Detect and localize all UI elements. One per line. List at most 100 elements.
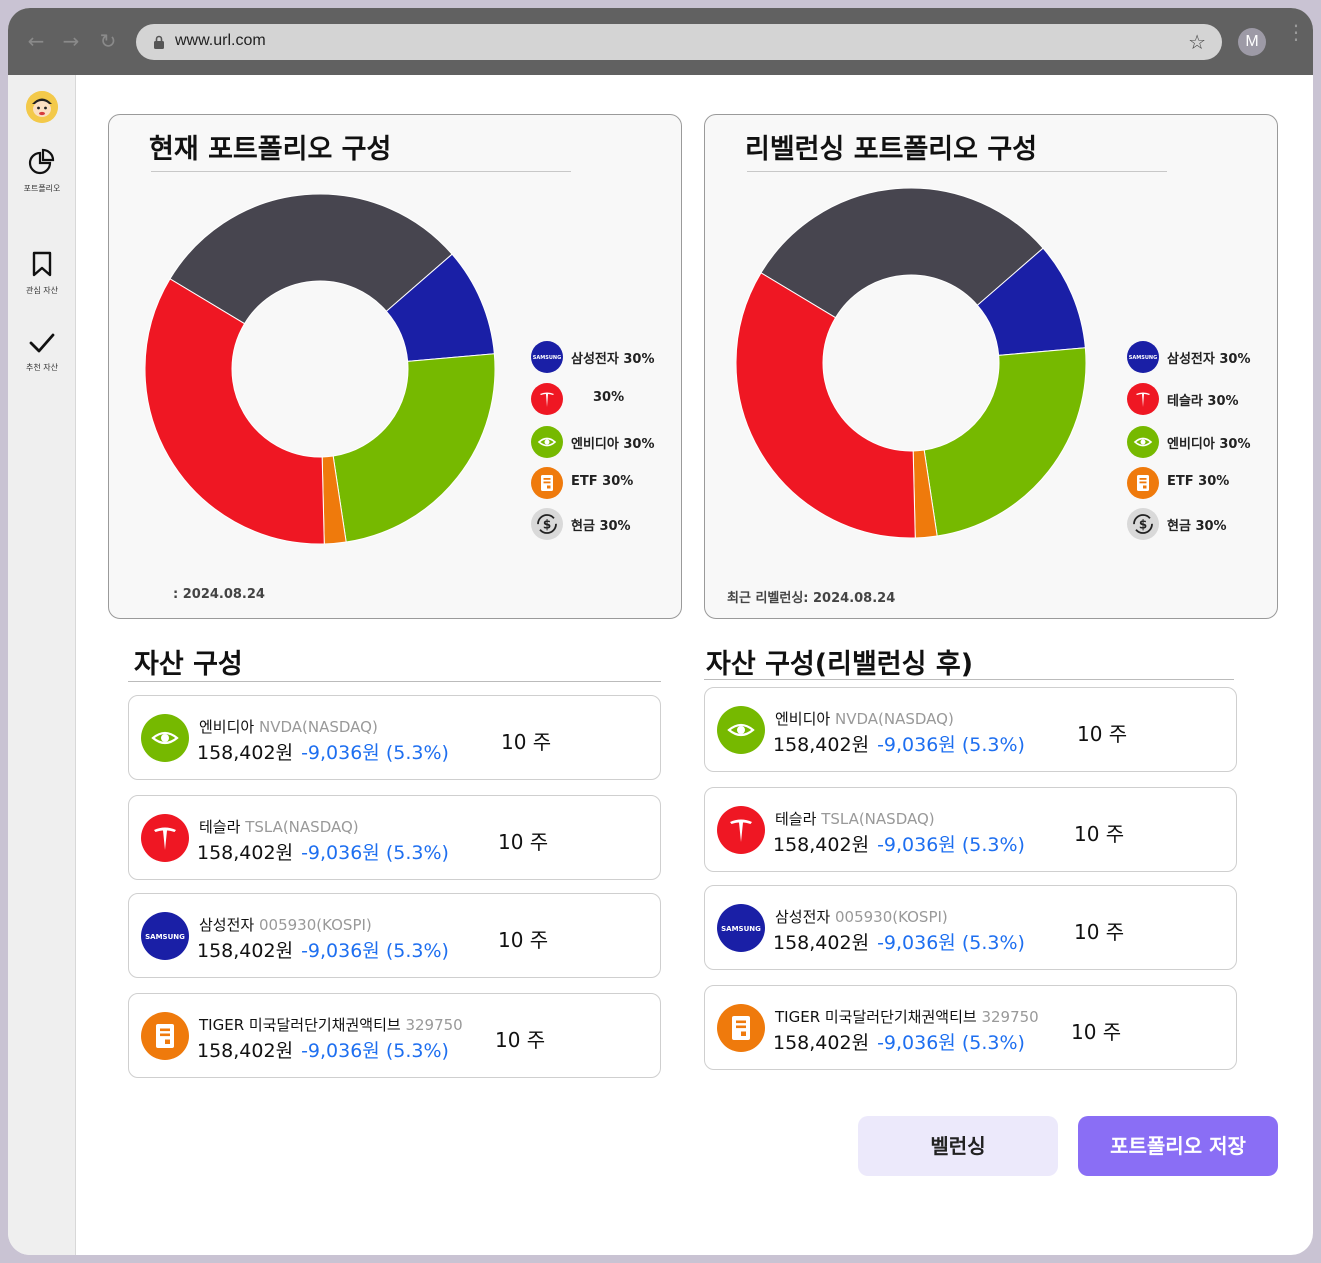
svg-text:SAMSUNG: SAMSUNG (721, 925, 761, 933)
samsung-logo-icon: SAMSUNG (141, 912, 189, 960)
bookmark-star-icon[interactable]: ☆ (1188, 30, 1206, 54)
svg-text:SAMSUNG: SAMSUNG (533, 355, 561, 361)
asset-change: -9,036원 (5.3%) (301, 1040, 449, 1062)
asset-name: 엔비디아 (775, 710, 831, 728)
save-portfolio-button[interactable]: 포트폴리오 저장 (1078, 1116, 1278, 1176)
asset-card[interactable]: TIGER 미국달러단기채권액티브 329750 158,402원 -9,036원… (128, 993, 661, 1078)
legend-item-etf: ETF 30% (1127, 467, 1287, 499)
asset-price: 158,402원 (197, 742, 294, 764)
back-arrow-icon[interactable]: ← (25, 30, 47, 52)
divider (704, 679, 1234, 680)
asset-name: TIGER 미국달러단기채권액티브 (199, 1016, 401, 1034)
asset-name: 삼성전자 (199, 916, 255, 934)
asset-quantity: 10 주 (1074, 920, 1125, 944)
legend-item-tesla: 30% (531, 383, 691, 415)
legend-item-cash: $ 현금 30% (1127, 508, 1287, 540)
divider (747, 171, 1167, 172)
asset-quantity: 10 주 (1074, 822, 1125, 846)
current-portfolio-donut-chart (145, 194, 495, 544)
etf-document-icon (717, 1004, 765, 1052)
asset-quantity: 10 주 (1071, 1020, 1122, 1044)
svg-text:SAMSUNG: SAMSUNG (145, 933, 185, 941)
asset-change: -9,036원 (5.3%) (877, 734, 1025, 756)
rebalanced-assets-section-title: 자산 구성(리밸런싱 후) (706, 649, 974, 680)
last-rebalanced-date: 최근 리벨런싱: 2024.08.24 (727, 591, 896, 606)
asset-price: 158,402원 (773, 1032, 870, 1054)
asset-price: 158,402원 (773, 734, 870, 756)
asset-card[interactable]: SAMSUNG 삼성전자 005930(KOSPI) 158,402원 -9,03… (128, 893, 661, 978)
nvidia-logo-icon (1127, 426, 1159, 458)
sidebar-item-watchlist[interactable]: 관심 자산 (8, 251, 76, 296)
asset-quantity: 10 주 (501, 730, 552, 754)
forward-arrow-icon[interactable]: → (60, 30, 82, 52)
etf-document-icon (531, 467, 563, 499)
legend-item-samsung: SAMSUNG 삼성전자 30% (531, 341, 691, 373)
samsung-logo-icon: SAMSUNG (1127, 341, 1159, 373)
nvidia-logo-icon (531, 426, 563, 458)
browser-window: ← → ↻ www.url.com ☆ M ⋮ 포트폴리오 관심 자산 추천 자… (8, 8, 1313, 1255)
asset-change: -9,036원 (5.3%) (301, 842, 449, 864)
tesla-logo-icon (1127, 383, 1159, 415)
cash-exchange-icon: $ (531, 508, 563, 540)
asset-change: -9,036원 (5.3%) (301, 742, 449, 764)
asset-name: 테슬라 (775, 810, 817, 828)
more-menu-icon[interactable]: ⋮ (1286, 22, 1306, 56)
browser-toolbar: ← → ↻ www.url.com ☆ M ⋮ (8, 8, 1313, 75)
rebalance-button[interactable]: 벨런싱 (858, 1116, 1058, 1176)
asset-card[interactable]: 엔비디아 NVDA(NASDAQ) 158,402원 -9,036원 (5.3%)… (704, 687, 1237, 772)
svg-text:SAMSUNG: SAMSUNG (1129, 355, 1157, 361)
bookmark-icon (32, 251, 52, 277)
divider (128, 681, 661, 682)
donut-slice-tesla (736, 272, 916, 538)
donut-slice-nvidia (923, 347, 1086, 537)
asset-ticker: 329750 (405, 1016, 463, 1034)
asset-quantity: 10 주 (1077, 722, 1128, 746)
assets-section-title: 자산 구성 (134, 649, 243, 680)
sidebar-item-portfolio[interactable]: 포트폴리오 (8, 147, 76, 194)
legend-item-nvidia: 엔비디아 30% (1127, 426, 1287, 458)
rebalanced-portfolio-card: 리벨런싱 포트폴리오 구성 SAMSUNG 삼성전자 30% 테슬라 30% 엔 (704, 114, 1278, 619)
pie-chart-icon (28, 148, 55, 175)
asset-name: 엔비디아 (199, 718, 255, 736)
asset-price: 158,402원 (773, 834, 870, 856)
asset-ticker: NVDA(NASDAQ) (258, 718, 378, 736)
svg-text:$: $ (1139, 518, 1147, 532)
asset-change: -9,036원 (5.3%) (877, 834, 1025, 856)
user-avatar[interactable] (26, 91, 58, 123)
checkmark-icon (29, 333, 55, 353)
asset-ticker: 005930(KOSPI) (258, 916, 372, 934)
legend-item-cash: $ 현금 30% (531, 508, 691, 540)
asset-change: -9,036원 (5.3%) (301, 940, 449, 962)
current-portfolio-card: 현재 포트폴리오 구성 SAMSUNG 삼성전자 30% 30% 엔비디아 30 (108, 114, 682, 619)
asset-ticker: 329750 (981, 1008, 1039, 1026)
asset-card[interactable]: SAMSUNG 삼성전자 005930(KOSPI) 158,402원 -9,03… (704, 885, 1237, 970)
asset-name: TIGER 미국달러단기채권액티브 (775, 1008, 977, 1026)
legend-item-samsung: SAMSUNG 삼성전자 30% (1127, 341, 1287, 373)
asset-card[interactable]: 엔비디아 NVDA(NASDAQ) 158,402원 -9,036원 (5.3%)… (128, 695, 661, 780)
asset-card[interactable]: 테슬라 TSLA(NASDAQ) 158,402원 -9,036원 (5.3%) … (128, 795, 661, 880)
asset-price: 158,402원 (197, 1040, 294, 1062)
asset-quantity: 10 주 (498, 830, 549, 854)
asset-card[interactable]: TIGER 미국달러단기채권액티브 329750 158,402원 -9,036원… (704, 985, 1237, 1070)
asset-ticker: NVDA(NASDAQ) (834, 710, 954, 728)
address-bar[interactable]: www.url.com ☆ (136, 24, 1222, 60)
reload-icon[interactable]: ↻ (97, 30, 119, 52)
asset-card[interactable]: 테슬라 TSLA(NASDAQ) 158,402원 -9,036원 (5.3%) … (704, 787, 1237, 872)
nvidia-logo-icon (717, 706, 765, 754)
asset-quantity: 10 주 (498, 928, 549, 952)
profile-avatar[interactable]: M (1238, 28, 1266, 56)
lock-icon (154, 35, 164, 49)
tesla-logo-icon (531, 383, 563, 415)
donut-slice-tesla (145, 278, 325, 544)
asset-price: 158,402원 (197, 940, 294, 962)
last-updated-date: : 2024.08.24 (173, 587, 265, 602)
legend-item-etf: ETF 30% (531, 467, 691, 499)
tesla-logo-icon (141, 814, 189, 862)
donut-slice-nvidia (332, 353, 495, 543)
etf-document-icon (1127, 467, 1159, 499)
cartoon-avatar-icon (26, 91, 58, 123)
samsung-logo-icon: SAMSUNG (717, 904, 765, 952)
sidebar-item-recommended[interactable]: 추천 자산 (8, 332, 76, 373)
nvidia-logo-icon (141, 714, 189, 762)
url-text: www.url.com (175, 32, 266, 49)
